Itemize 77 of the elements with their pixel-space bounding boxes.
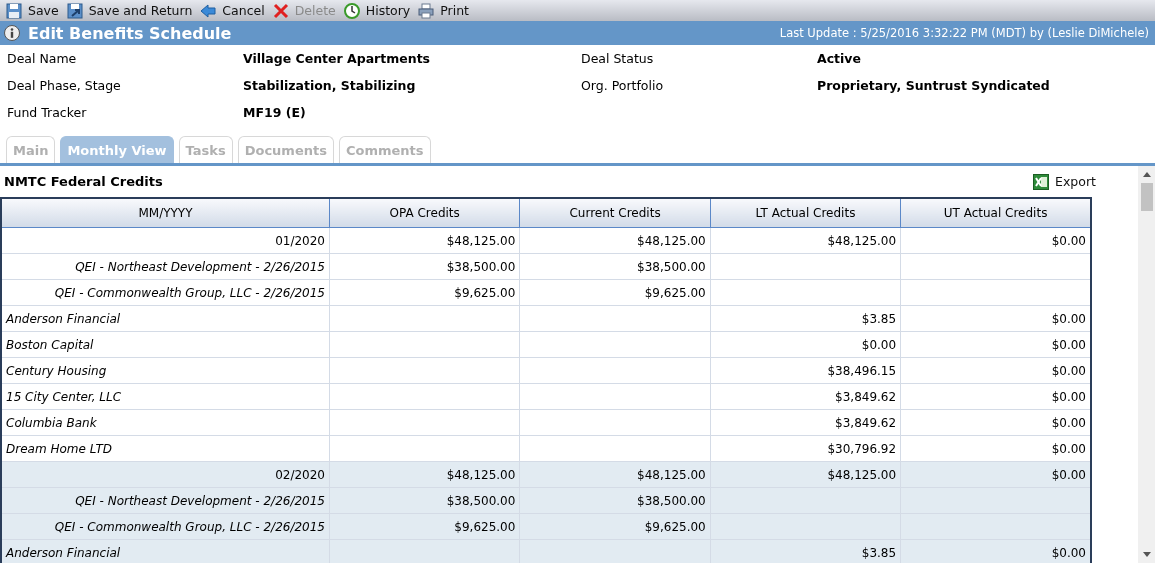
table-cell: $0.00 <box>1051 337 1086 352</box>
field-label: Fund Tracker <box>7 105 88 120</box>
table-cell: $30,796.92 <box>827 441 897 456</box>
table-cell: $0.00 <box>1051 363 1086 378</box>
field-label: Deal Phase, Stage <box>7 78 122 93</box>
field-label: Org. Portfolio <box>581 78 665 93</box>
table-cell: QEI - Northeast Development - 2/26/2015 <box>75 493 325 508</box>
table-cell: $0.00 <box>1051 389 1086 404</box>
cross-icon <box>272 2 289 19</box>
last-update-text: Last Update : 5/25/2016 3:32:22 PM (MDT) by (Leslie DiMichele) <box>779 26 1149 40</box>
scroll-thumb[interactable] <box>1140 183 1153 211</box>
table-cell: $9,625.00 <box>644 285 706 300</box>
table-cell: QEI - Commonwealth Group, LLC - 2/26/2015 <box>54 285 325 300</box>
scroll-down-icon[interactable] <box>1142 552 1151 558</box>
table-cell: $38,496.15 <box>827 363 897 378</box>
field-label: Deal Status <box>581 51 655 66</box>
table-cell: 02/2020 <box>275 467 325 482</box>
page-title: Edit Benefits Schedule <box>28 23 233 43</box>
section-title: NMTC Federal Credits <box>4 174 163 189</box>
table-cell: $0.00 <box>1051 233 1086 248</box>
spreadsheet-icon <box>1033 173 1050 190</box>
table-cell: $3,849.62 <box>835 389 897 404</box>
table-cell: $48,125.00 <box>637 233 706 248</box>
table-cell: $38,500.00 <box>637 493 706 508</box>
table-cell: $38,500.00 <box>446 259 516 274</box>
table-cell: Dream Home LTD <box>6 441 113 456</box>
field-value: Village Center Apartments <box>243 51 432 66</box>
table-cell: $0.00 <box>1051 467 1086 482</box>
table-cell: $3.85 <box>861 545 897 560</box>
table-cell: Columbia Bank <box>6 415 97 430</box>
table-cell: $0.00 <box>1051 311 1086 326</box>
column-header[interactable]: Current Credits <box>519 198 711 228</box>
info-icon <box>4 25 20 41</box>
column-header[interactable]: UT Actual Credits <box>900 198 1091 228</box>
table-cell: QEI - Northeast Development - 2/26/2015 <box>75 259 325 274</box>
column-header[interactable]: OPA Credits <box>329 198 520 228</box>
table-cell: Anderson Financial <box>6 545 121 560</box>
table-cell: 01/2020 <box>275 233 325 248</box>
table-cell: $9,625.00 <box>644 519 706 534</box>
table-cell: Boston Capital <box>6 337 94 352</box>
table-cell: Century Housing <box>6 363 107 378</box>
clock-icon <box>343 2 360 19</box>
table-cell: $9,625.00 <box>454 285 516 300</box>
table-cell: $38,500.00 <box>637 259 706 274</box>
table-cell: $48,125.00 <box>446 233 516 248</box>
toolbar-button[interactable]: Print <box>416 0 475 21</box>
field-value: Active <box>817 51 862 66</box>
left-arrow-icon <box>200 2 217 19</box>
table-cell: $3.85 <box>861 311 897 326</box>
table-cell: $9,625.00 <box>454 519 516 534</box>
field-value: Stabilization, Stabilizing <box>243 78 417 93</box>
toolbar-button[interactable]: History <box>341 0 417 21</box>
table-cell: QEI - Commonwealth Group, LLC - 2/26/2015 <box>54 519 325 534</box>
column-header[interactable]: MM/YYYY <box>1 198 330 228</box>
table-cell: $0.00 <box>1051 441 1086 456</box>
table-cell: $48,125.00 <box>637 467 706 482</box>
toolbar-button[interactable]: Cancel <box>198 0 271 21</box>
table-cell: $48,125.00 <box>827 467 897 482</box>
printer-icon <box>418 2 435 19</box>
column-header[interactable]: LT Actual Credits <box>710 198 901 228</box>
table-cell: $0.00 <box>1051 415 1086 430</box>
field-value: MF19 (E) <box>243 105 307 120</box>
toolbar-button[interactable]: Save <box>4 0 65 21</box>
scroll-up-icon[interactable] <box>1142 171 1151 177</box>
scrollbar[interactable] <box>1138 166 1155 563</box>
table-cell: $0.00 <box>861 337 897 352</box>
field-label: Deal Name <box>7 51 78 66</box>
export-link[interactable]: Export <box>1033 173 1096 190</box>
table-cell: Anderson Financial <box>6 311 121 326</box>
table-cell: $3,849.62 <box>835 415 897 430</box>
table-cell: $38,500.00 <box>446 493 516 508</box>
table-cell: $48,125.00 <box>446 467 516 482</box>
table-cell: 15 City Center, LLC <box>6 389 122 404</box>
table-cell: $0.00 <box>1051 545 1086 560</box>
table-cell: $48,125.00 <box>827 233 897 248</box>
field-value: Proprietary, Suntrust Syndicated <box>817 78 1051 93</box>
toolbar-button[interactable]: Save and Return <box>64 0 199 21</box>
